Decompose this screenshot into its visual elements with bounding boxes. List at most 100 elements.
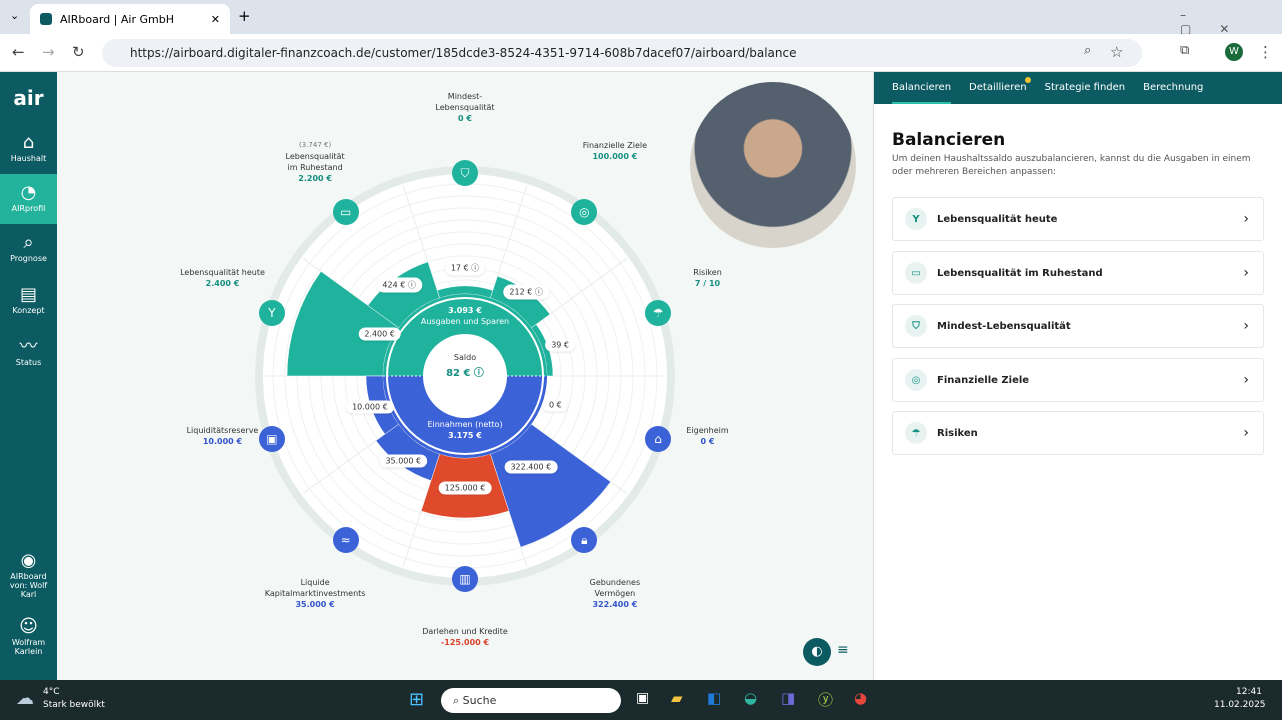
category-label: Finanzielle Ziele 100.000 € — [582, 140, 648, 161]
edge-icon[interactable]: ◒ — [744, 689, 757, 707]
bookmark-star-icon[interactable]: ☆ — [1110, 43, 1123, 61]
shield-icon: ⛉ — [905, 315, 927, 337]
profile-avatar[interactable]: W — [1225, 43, 1243, 61]
chart-view-toggle[interactable]: ◐ — [803, 638, 831, 666]
lock-icon[interactable]: 🔒︎ — [571, 527, 598, 554]
address-bar: ← → ↻ https://airboard.digitaler-finanzc… — [0, 34, 1282, 72]
chevron-right-icon: › — [1243, 372, 1249, 388]
clock-date: 11.02.2025 — [1214, 700, 1266, 710]
chrome-icon[interactable]: ◕ — [854, 689, 867, 707]
category-label: Risiken 7 / 10 — [693, 268, 722, 289]
temperature: 4°C — [43, 687, 60, 697]
cloud-icon: ☁ — [16, 688, 34, 709]
expenses-total: 3.093 € Ausgaben und Sparen — [420, 306, 510, 326]
favicon-icon — [40, 13, 52, 25]
sidebar-viewer[interactable]: ◉ AIRboard von: Wolf Karl — [0, 550, 57, 599]
tab-detaillieren[interactable]: Detaillieren — [969, 72, 1031, 104]
back-icon[interactable]: ← — [12, 43, 25, 61]
cocktail-icon[interactable]: Y — [258, 300, 285, 327]
sofa-icon: ▭ — [905, 262, 927, 284]
saldo-label: Saldo — [453, 353, 477, 362]
close-tab-icon[interactable]: ✕ — [211, 13, 220, 26]
sidebar-item-haushalt[interactable]: ⌂ Haushalt — [0, 132, 57, 163]
balance-panel: Balancieren Detaillieren Strategie finde… — [873, 72, 1282, 680]
tab-berechnung[interactable]: Berechnung — [1143, 72, 1203, 104]
clock-time: 12:41 — [1236, 687, 1262, 697]
reload-icon[interactable]: ↻ — [72, 43, 85, 61]
tab-strategie[interactable]: Strategie finden — [1045, 72, 1126, 104]
card-ruhestand[interactable]: ▭ Lebensqualität im Ruhestand › — [892, 251, 1264, 295]
sidebar-user[interactable]: ☺ Wolfram Karlein — [0, 616, 57, 656]
video-avatar — [690, 82, 856, 248]
eye-icon: ◉ — [20, 550, 37, 571]
explorer-icon[interactable]: ▰ — [671, 689, 683, 707]
chart-search-icon: ⌕ — [23, 232, 34, 253]
zoom-icon[interactable]: ⌕ — [1084, 43, 1091, 58]
umbrella-icon: ☂ — [905, 422, 927, 444]
umbrella-icon[interactable]: ☂ — [645, 300, 672, 327]
card-lebensqualitaet-heute[interactable]: Y Lebensqualität heute › — [892, 197, 1264, 241]
new-tab-icon[interactable]: + — [238, 7, 251, 25]
value-pill[interactable]: 35.000 € — [379, 454, 428, 468]
extensions-icon[interactable]: ⧉ — [1180, 43, 1189, 58]
tab-list-icon[interactable]: ⌄ — [10, 9, 19, 22]
value-pill[interactable]: 39 € — [545, 338, 575, 352]
shield-icon[interactable]: ⛉ — [452, 160, 478, 186]
house-icon[interactable]: ⌂ — [645, 425, 672, 452]
windows-start-icon[interactable]: ⊞ — [409, 689, 424, 710]
waves-icon[interactable]: ≈ — [332, 527, 359, 554]
value-pill[interactable]: 2.400 € — [358, 327, 401, 341]
browser-tab-bar: ⌄ AIRboard | Air GmbH ✕ + –▢✕ — [0, 0, 1282, 36]
sofa-icon[interactable]: ▭ — [332, 198, 359, 225]
app-icon[interactable]: ⓨ — [818, 689, 833, 710]
pie-icon: ◔ — [20, 182, 37, 203]
category-label: Mindest- Lebensqualität 0 € — [435, 92, 495, 123]
outlook-icon[interactable]: ◧ — [707, 689, 721, 707]
document-icon: ▤ — [19, 284, 37, 305]
list-view-toggle[interactable]: ≡ — [837, 642, 849, 658]
tab-balancieren[interactable]: Balancieren — [892, 72, 952, 104]
target-icon[interactable]: ◎ — [571, 198, 598, 225]
value-pill[interactable]: 125.000 € — [438, 481, 492, 495]
notification-dot — [1024, 77, 1031, 83]
sidebar-item-konzept[interactable]: ▤ Konzept — [0, 284, 57, 315]
value-pill[interactable]: 17 € ⓘ — [444, 260, 486, 276]
bank-icon[interactable]: ▥ — [452, 566, 478, 592]
saldo-value: 82 € ⓘ — [446, 368, 484, 379]
sidebar-item-airprofil[interactable]: ◔ AIRprofil — [0, 174, 57, 224]
value-pill[interactable]: 322.400 € — [504, 460, 558, 474]
menu-icon[interactable]: ⋮ — [1258, 43, 1273, 61]
panel-title: Balancieren — [892, 130, 1006, 150]
sidebar: air ⌂ Haushalt ◔ AIRprofil ⌕ Prognose ▤ Konz… — [0, 72, 57, 680]
value-pill[interactable]: 212 € ⓘ — [503, 284, 549, 300]
value-pill[interactable]: 10.000 € — [346, 400, 394, 414]
category-label: (3.747 €) Lebensqualität im Ruhestand 2.200… — [285, 140, 345, 183]
forward-icon[interactable]: → — [42, 43, 55, 61]
chevron-right-icon: › — [1243, 425, 1249, 441]
weather-text: Stark bewölkt — [43, 700, 105, 710]
teams-icon[interactable]: ◨ — [781, 689, 795, 707]
category-label: Eigenheim 0 € — [686, 425, 729, 446]
card-ziele[interactable]: ◎ Finanzielle Ziele › — [892, 358, 1264, 402]
user-icon: ☺ — [19, 616, 38, 637]
sidebar-item-status[interactable]: 〰 Status — [0, 336, 57, 367]
value-pill[interactable]: 0 € — [542, 398, 568, 412]
window-controls[interactable]: –▢✕ — [1180, 8, 1282, 36]
tab-title: AIRboard | Air GmbH — [60, 12, 174, 26]
sidebar-item-prognose[interactable]: ⌕ Prognose — [0, 232, 57, 263]
taskbar: ☁ 4°C Stark bewölkt ⊞ ⌕ Suche ▣ ▰ ◧ ◒ ◨ … — [0, 680, 1282, 720]
taskbar-search[interactable]: ⌕ Suche — [441, 688, 621, 713]
cash-icon[interactable]: ▣ — [258, 425, 285, 452]
card-mindest[interactable]: ⛉ Mindest-Lebensqualität › — [892, 304, 1264, 348]
house-icon: ⌂ — [22, 132, 35, 153]
pulse-icon: 〰 — [19, 336, 38, 357]
browser-tab[interactable]: AIRboard | Air GmbH ✕ — [30, 4, 230, 34]
card-risiken[interactable]: ☂ Risiken › — [892, 411, 1264, 455]
category-label: Lebensqualität heute 2.400 € — [180, 268, 265, 289]
task-view-icon[interactable]: ▣ — [636, 690, 649, 706]
chart-area: 3.093 € Ausgaben und Sparen Saldo 82 € ⓘ … — [57, 72, 873, 680]
url-input[interactable]: https://airboard.digitaler-finanzcoach.d… — [102, 39, 1142, 67]
panel-tabs: Balancieren Detaillieren Strategie finde… — [874, 72, 1282, 104]
chevron-right-icon: › — [1243, 318, 1249, 334]
value-pill[interactable]: 424 € ⓘ — [376, 277, 422, 293]
